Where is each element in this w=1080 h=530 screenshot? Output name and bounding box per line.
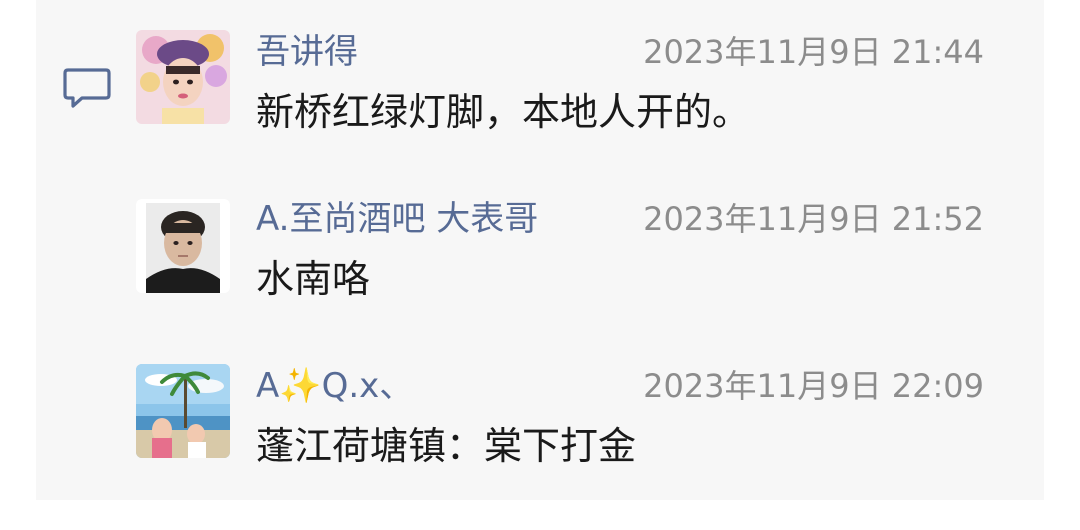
comment-text: 蓬江荷塘镇：棠下打金 [256, 424, 637, 468]
comment-bubble-icon [63, 68, 111, 108]
comment-timestamp: 2023年11月9日 21:44 [643, 33, 984, 71]
avatar[interactable] [136, 364, 230, 458]
avatar[interactable] [136, 199, 230, 293]
avatar[interactable] [136, 30, 230, 124]
commenter-name[interactable]: A✨Q.x、 [256, 364, 413, 408]
comment-timestamp: 2023年11月9日 22:09 [643, 367, 984, 405]
commenter-name[interactable]: 吾讲得 [256, 30, 358, 74]
comment-text: 新桥红绿灯脚，本地人开的。 [256, 90, 751, 134]
comment-text: 水南咯 [256, 257, 371, 301]
commenter-name[interactable]: A.至尚酒吧 大表哥 [256, 197, 538, 241]
comment-timestamp: 2023年11月9日 21:52 [643, 200, 984, 238]
